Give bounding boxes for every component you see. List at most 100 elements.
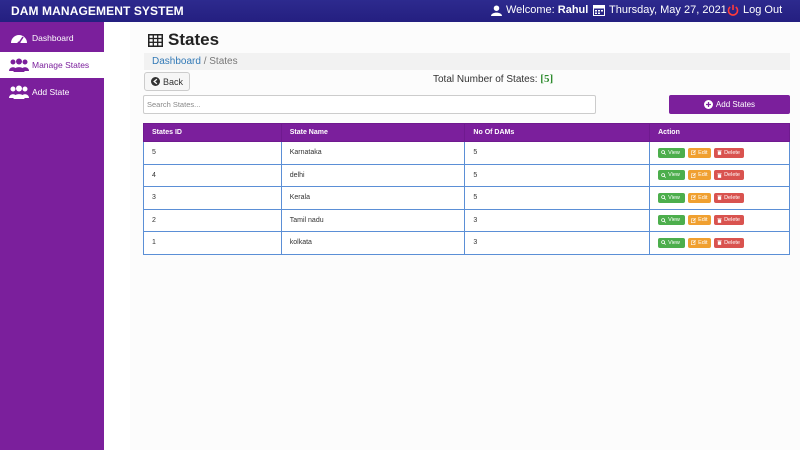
edit-label: Edit (698, 239, 708, 246)
edit-button[interactable]: Edit (688, 237, 712, 248)
delete-label: Delete (724, 194, 740, 201)
welcome-user: Welcome: Rahul (491, 4, 588, 16)
view-button[interactable]: View (658, 215, 686, 226)
breadcrumb-current: States (209, 56, 238, 67)
action-cell: View Edit Delete (649, 208, 790, 232)
delete-label: Delete (724, 149, 740, 156)
state-id-cell: 1 (143, 231, 282, 255)
edit-label: Edit (698, 194, 708, 201)
search-input[interactable] (143, 95, 596, 114)
table-row: 3 Kerala 5 View Edit Delete (143, 186, 790, 210)
column-header[interactable]: State Name (280, 123, 466, 142)
table-row: 1 kolkata 3 View Edit Delete (143, 231, 790, 255)
state-name-cell: Karnataka (280, 141, 466, 165)
action-cell: View Edit Delete (649, 163, 790, 187)
search-icon (661, 217, 666, 223)
edit-label: Edit (698, 149, 708, 156)
sidebar-item-dashboard[interactable]: Dashboard (0, 25, 104, 51)
sidebar-item-label: Manage States (32, 60, 90, 70)
app-brand: DAM MANAGEMENT SYSTEM (11, 4, 184, 18)
edit-button[interactable]: Edit (688, 215, 712, 226)
back-label: Back (162, 76, 183, 87)
edit-button[interactable]: Edit (688, 147, 712, 158)
state-name-cell: Tamil nadu (280, 208, 466, 232)
states-table: States ID State Name No Of DAMs Action 5… (143, 123, 790, 255)
edit-button[interactable]: Edit (688, 170, 712, 181)
table-row: 4 delhi 5 View Edit Delete (143, 163, 790, 187)
view-label: View (668, 217, 680, 224)
breadcrumb-dashboard-link[interactable]: Dashboard (152, 56, 201, 67)
trash-icon (717, 173, 722, 178)
edit-icon (691, 240, 696, 246)
view-button[interactable]: View (658, 147, 686, 158)
edit-icon (691, 172, 696, 178)
delete-label: Delete (724, 217, 740, 224)
trash-icon (717, 150, 722, 156)
delete-button[interactable]: Delete (714, 192, 745, 203)
view-button[interactable]: View (658, 192, 686, 203)
action-cell: View Edit Delete (649, 141, 790, 165)
trash-icon (717, 240, 722, 246)
table-icon (148, 33, 163, 47)
sidebar-item-label: Dashboard (32, 33, 74, 43)
edit-label: Edit (698, 172, 708, 179)
state-name-cell: kolkata (280, 231, 466, 255)
logout-link[interactable]: Log Out (727, 4, 782, 16)
arrow-left-circle-icon (150, 77, 160, 86)
dam-count-cell: 5 (464, 186, 651, 210)
state-id-cell: 2 (143, 208, 282, 232)
delete-label: Delete (724, 239, 740, 246)
delete-button[interactable]: Delete (714, 170, 745, 181)
total-value: [5] (540, 73, 554, 85)
total-states: Total Number of States: [5] (433, 73, 553, 85)
view-label: View (668, 172, 680, 179)
power-icon (727, 4, 739, 16)
search-icon (661, 240, 666, 246)
column-header: Action (649, 123, 790, 142)
edit-label: Edit (698, 217, 708, 224)
view-button[interactable]: View (658, 170, 686, 181)
sidebar-item-add-state[interactable]: Add State (0, 79, 104, 105)
trash-icon (717, 195, 722, 201)
user-icon (491, 4, 502, 16)
back-button[interactable]: Back (144, 72, 190, 91)
sidebar-item-manage-states[interactable]: Manage States (0, 52, 104, 78)
state-id-cell: 4 (143, 163, 282, 187)
add-states-button[interactable]: Add States (669, 95, 790, 114)
delete-button[interactable]: Delete (714, 215, 745, 226)
action-cell: View Edit Delete (649, 186, 790, 210)
view-button[interactable]: View (658, 237, 686, 248)
trash-icon (717, 218, 722, 223)
delete-button[interactable]: Delete (714, 147, 745, 158)
state-name-cell: Kerala (280, 186, 466, 210)
sidebar: Dashboard Manage States Add State (0, 22, 104, 450)
state-id-cell: 3 (143, 186, 282, 210)
total-label: Total Number of States: (433, 74, 541, 85)
state-id-cell: 5 (143, 141, 282, 165)
top-navbar: DAM MANAGEMENT SYSTEM Welcome: Rahul Thu… (0, 0, 800, 22)
current-date: Thursday, May 27, 2021 (593, 4, 727, 16)
dam-count-cell: 3 (464, 231, 651, 255)
column-header[interactable]: No Of DAMs (464, 123, 651, 142)
sidebar-item-label: Add State (32, 87, 70, 97)
view-label: View (668, 149, 680, 156)
delete-label: Delete (724, 172, 740, 179)
column-header[interactable]: States ID (143, 123, 282, 142)
delete-button[interactable]: Delete (714, 237, 745, 248)
page-title-text: States (168, 30, 220, 49)
dam-count-cell: 5 (464, 141, 651, 165)
table-header-row: States ID State Name No Of DAMs Action (143, 123, 790, 142)
edit-icon (691, 150, 696, 156)
breadcrumb-separator: / (200, 56, 210, 67)
table-row: 5 Karnataka 5 View Edit Delete (143, 141, 790, 165)
dam-count-cell: 5 (464, 163, 651, 187)
add-states-label: Add States (715, 100, 756, 109)
state-name-cell: delhi (280, 163, 466, 187)
calendar-icon (593, 5, 605, 16)
view-label: View (668, 239, 680, 246)
breadcrumb: Dashboard / States (144, 53, 790, 70)
dam-count-cell: 3 (464, 208, 651, 232)
edit-button[interactable]: Edit (688, 192, 712, 203)
dashboard-icon (9, 30, 29, 46)
view-label: View (668, 194, 680, 201)
